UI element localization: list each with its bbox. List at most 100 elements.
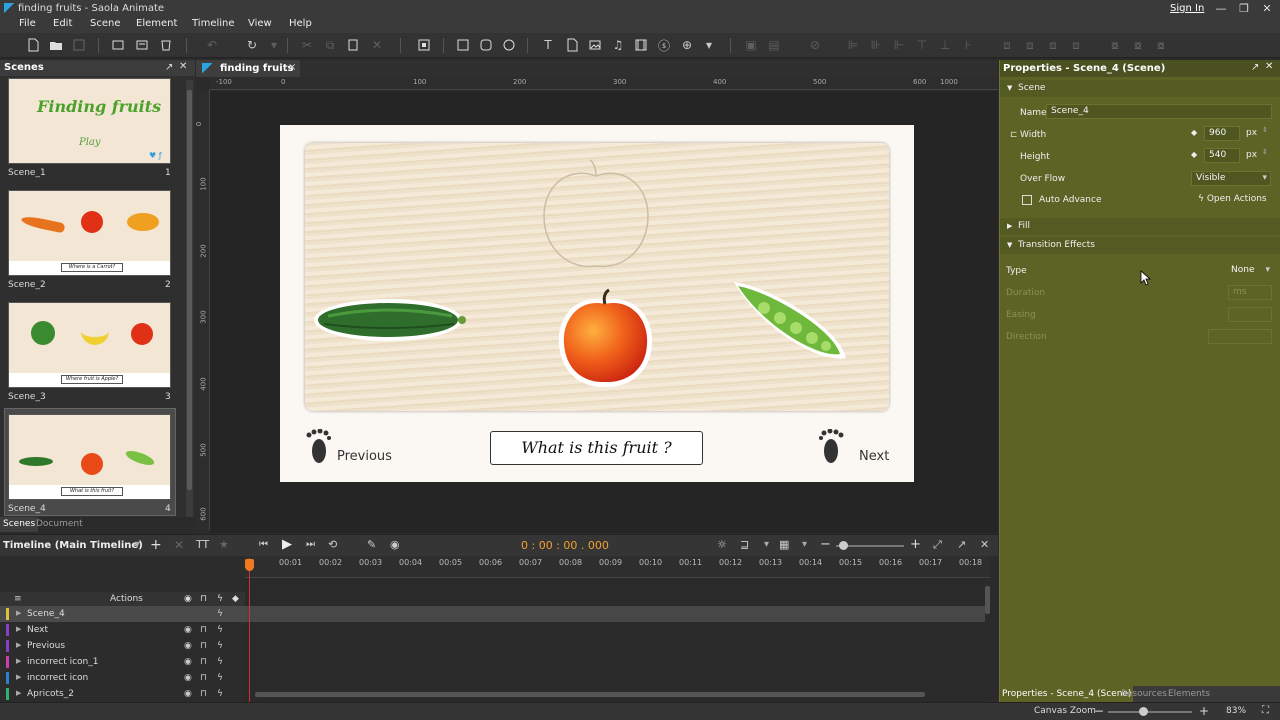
- group-icon[interactable]: ▣: [742, 37, 760, 53]
- lock-icon[interactable]: ⊓: [200, 673, 207, 683]
- close-panel-icon[interactable]: ✕: [179, 61, 187, 72]
- audio-tool-icon[interactable]: ♫: [609, 37, 627, 53]
- eye-icon[interactable]: ◉: [184, 657, 192, 667]
- peach-image[interactable]: [555, 288, 655, 390]
- close-props-icon[interactable]: ✕: [1265, 61, 1273, 72]
- keyframe-all-icon[interactable]: ◆: [232, 594, 239, 604]
- section-scene[interactable]: ▼ Scene: [1000, 80, 1280, 97]
- lock-icon[interactable]: ⊓: [200, 657, 207, 667]
- menu-scene[interactable]: Scene: [90, 18, 121, 29]
- tab-document[interactable]: Document: [36, 519, 83, 529]
- paste-icon[interactable]: [344, 37, 362, 53]
- rectangle-tool-icon[interactable]: [454, 37, 472, 53]
- scenes-scrollbar[interactable]: [186, 80, 193, 520]
- cut-icon[interactable]: ✂: [298, 37, 316, 53]
- action-icon[interactable]: ϟ: [217, 673, 223, 683]
- auto-advance-checkbox[interactable]: [1022, 195, 1032, 205]
- delete-icon[interactable]: ✕: [368, 37, 386, 53]
- canvas-zoom-slider[interactable]: [1108, 711, 1192, 713]
- align-bottom-icon[interactable]: ⊦: [959, 37, 977, 53]
- action-icon[interactable]: ϟ: [217, 689, 223, 699]
- grid-icon[interactable]: ▦: [779, 538, 789, 551]
- question-box[interactable]: What is this fruit ?: [490, 431, 703, 465]
- eye-icon[interactable]: ◉: [184, 689, 192, 699]
- playhead-line[interactable]: [249, 558, 250, 702]
- more-tools-dropdown-icon[interactable]: ▾: [700, 37, 718, 53]
- send-back-icon[interactable]: ⧈: [1067, 37, 1085, 53]
- timeline-row-previous[interactable]: ▶ Previous ◉ ⊓ ϟ: [0, 638, 245, 654]
- scene-thumbnail-4[interactable]: What is this fruit?: [8, 414, 171, 500]
- type-select[interactable]: None ▾: [1228, 263, 1272, 278]
- settings-icon[interactable]: ☼: [717, 538, 727, 551]
- scrollbar-thumb[interactable]: [187, 90, 192, 490]
- align-left-icon[interactable]: ⊫: [844, 37, 862, 53]
- scene-thumbnail-1[interactable]: Finding fruits Play ♥ ƒ: [8, 78, 171, 164]
- timeline-zoom-handle[interactable]: [839, 541, 848, 550]
- scene-thumbnail-3[interactable]: Where fruit is Apple?: [8, 302, 171, 388]
- menu-element[interactable]: Element: [136, 18, 177, 29]
- menu-view[interactable]: View: [248, 18, 272, 29]
- lock-all-icon[interactable]: ⊓: [200, 594, 207, 604]
- close-window-button[interactable]: ✕: [1257, 2, 1277, 16]
- playhead-handle[interactable]: [245, 559, 254, 571]
- bring-forward-icon[interactable]: ⧈: [1021, 37, 1039, 53]
- html-widget-icon[interactable]: [563, 37, 581, 53]
- redo-icon[interactable]: ↻: [243, 37, 261, 53]
- eye-icon[interactable]: ◉: [184, 641, 192, 651]
- height-spinner-icon[interactable]: ⇕: [1262, 148, 1268, 156]
- pen-icon[interactable]: ✎: [367, 538, 376, 551]
- copy-icon[interactable]: ⧉: [321, 37, 339, 53]
- visibility-all-icon[interactable]: ◉: [184, 594, 192, 604]
- align-right-icon[interactable]: ⊩: [890, 37, 908, 53]
- sign-in-link[interactable]: Sign In: [1170, 3, 1204, 14]
- timeline-dropdown-icon[interactable]: ▾: [135, 539, 140, 550]
- undock-timeline-icon[interactable]: ↗: [957, 538, 966, 551]
- action-icon[interactable]: ϟ: [217, 657, 223, 667]
- maximize-button[interactable]: ❐: [1234, 2, 1254, 16]
- send-backward-icon[interactable]: ⧈: [1044, 37, 1062, 53]
- lock-icon[interactable]: ⊓: [200, 641, 207, 651]
- grid-dropdown-icon[interactable]: ▾: [802, 539, 807, 550]
- redo-dropdown-icon[interactable]: ▾: [265, 37, 283, 53]
- lock-icon[interactable]: ⊓: [200, 625, 207, 635]
- menu-edit[interactable]: Edit: [53, 18, 72, 29]
- expand-arrow-icon[interactable]: ▶: [16, 657, 21, 665]
- close-tab-icon[interactable]: ×: [288, 62, 296, 73]
- keyframe-width-icon[interactable]: ◆: [1191, 128, 1197, 137]
- tab-scenes[interactable]: Scenes: [0, 517, 39, 532]
- snap-dropdown-icon[interactable]: ▾: [764, 539, 769, 550]
- rounded-rectangle-tool-icon[interactable]: [477, 37, 495, 53]
- cucumber-image[interactable]: [314, 296, 468, 344]
- record-icon[interactable]: ◉: [390, 538, 400, 551]
- zoom-in-icon[interactable]: +: [910, 537, 921, 552]
- add-timeline-icon[interactable]: +: [150, 537, 162, 553]
- height-input[interactable]: 540: [1204, 148, 1240, 163]
- zoom-out-icon[interactable]: −: [820, 537, 831, 552]
- timeline-row-incorrect-icon[interactable]: ▶ incorrect icon ◉ ⊓ ϟ: [0, 670, 245, 686]
- peas-image[interactable]: [728, 276, 852, 366]
- distribute-icon[interactable]: ⧇: [1106, 37, 1124, 53]
- flip-icon[interactable]: ⧇: [1152, 37, 1170, 53]
- expand-arrow-icon[interactable]: ▶: [16, 609, 21, 617]
- align-center-icon[interactable]: ⊪: [867, 37, 885, 53]
- text-tool-icon[interactable]: T: [539, 37, 557, 53]
- duration-input[interactable]: ms: [1228, 285, 1272, 300]
- expand-arrow-icon[interactable]: ▶: [16, 673, 21, 681]
- undock-icon[interactable]: ↗: [165, 62, 173, 73]
- next-button[interactable]: Next: [859, 449, 889, 464]
- previous-button[interactable]: Previous: [337, 449, 392, 464]
- align-middle-icon[interactable]: ⊥: [936, 37, 954, 53]
- scene-thumbnail-2[interactable]: Where is a Carrot?: [8, 190, 171, 276]
- new-scene-icon[interactable]: [109, 37, 127, 53]
- favorite-icon[interactable]: ★: [219, 538, 229, 551]
- direction-select[interactable]: [1208, 329, 1272, 344]
- duplicate-scene-icon[interactable]: [133, 37, 151, 53]
- expand-arrow-icon[interactable]: ▶: [16, 689, 21, 697]
- action-all-icon[interactable]: ϟ: [217, 594, 223, 604]
- expand-arrow-icon[interactable]: ▶: [16, 641, 21, 649]
- fruit-outline-shape[interactable]: [540, 158, 652, 274]
- align-top-icon[interactable]: ⊤: [913, 37, 931, 53]
- web-content-icon[interactable]: ⊕: [678, 37, 696, 53]
- previous-footprint-icon[interactable]: [305, 429, 331, 465]
- section-transition[interactable]: ▼ Transition Effects: [1000, 237, 1280, 254]
